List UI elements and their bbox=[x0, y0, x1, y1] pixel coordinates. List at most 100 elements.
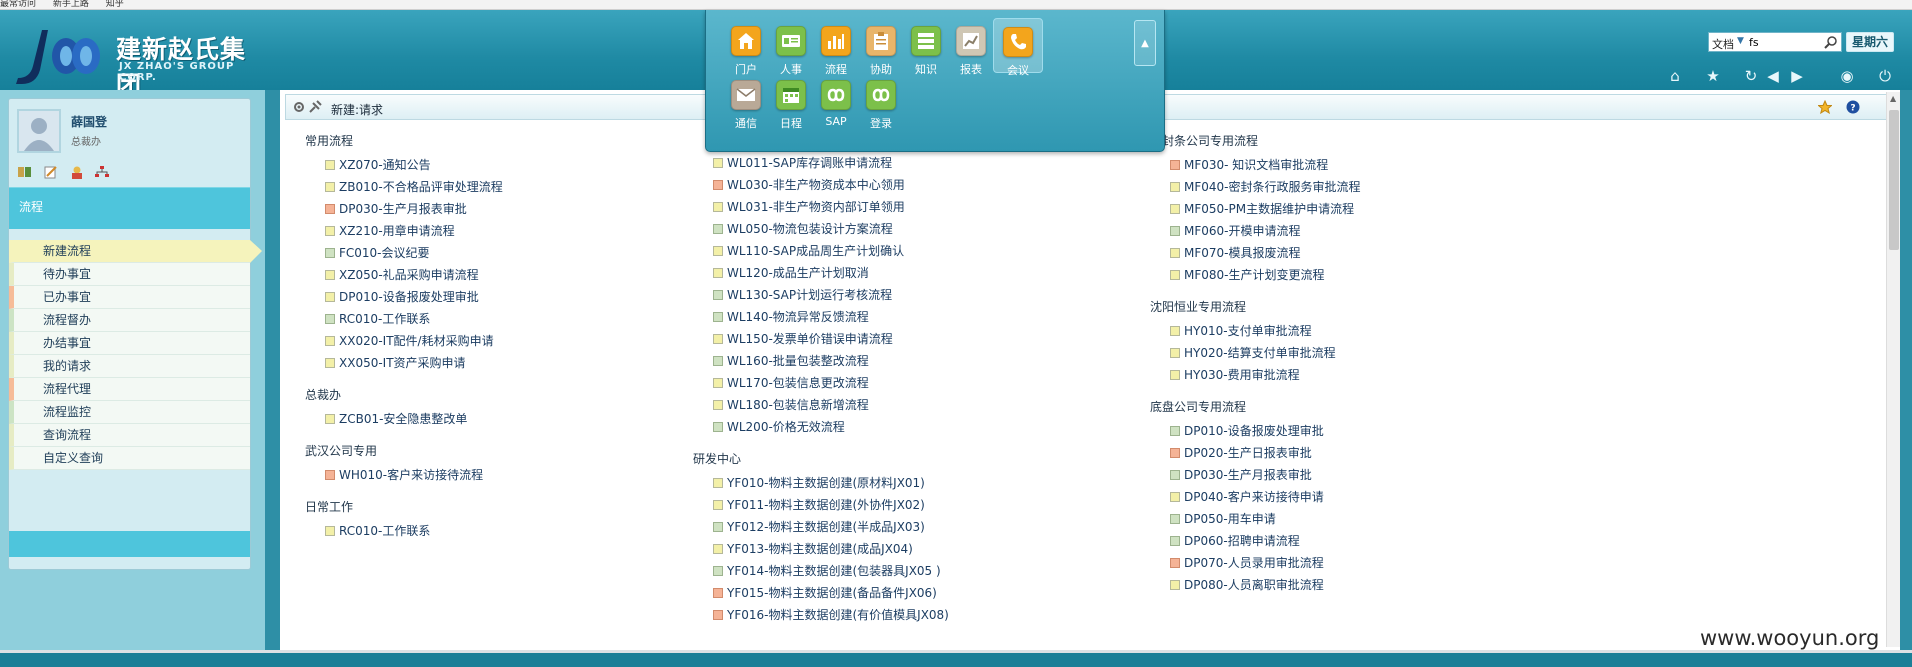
favorite-star-icon[interactable] bbox=[1818, 100, 1832, 114]
module-label: 知识 bbox=[915, 63, 937, 76]
workflow-link[interactable]: MF050-PM主数据维护申请流程 bbox=[1150, 198, 1670, 220]
workflow-link[interactable]: WL130-SAP计划运行考核流程 bbox=[693, 284, 1213, 306]
workflow-link[interactable]: YF010-物料主数据创建(原材料JX01) bbox=[693, 472, 1213, 494]
bookmark-item[interactable]: 知乎 bbox=[106, 0, 124, 9]
workflow-link[interactable]: MF030- 知识文档审批流程 bbox=[1150, 154, 1670, 176]
home-icon[interactable]: ⌂ bbox=[1665, 66, 1685, 86]
workflow-link[interactable]: HY020-结算支付单审批流程 bbox=[1150, 342, 1670, 364]
sidebar-item[interactable]: 新建流程 bbox=[9, 240, 262, 263]
module-infinity-button[interactable]: SAP bbox=[811, 72, 861, 128]
module-report-chart-button[interactable]: 报表 bbox=[946, 18, 996, 76]
sidebar-item[interactable]: 办结事宜 bbox=[9, 332, 250, 355]
workflow-link[interactable]: YF013-物料主数据创建(成品JX04) bbox=[693, 538, 1213, 560]
workflow-label: YF011-物料主数据创建(外协件JX02) bbox=[727, 498, 925, 512]
workflow-link[interactable]: WL011-SAP库存调账申请流程 bbox=[693, 152, 1213, 174]
workflow-link[interactable]: WL180-包装信息新增流程 bbox=[693, 394, 1213, 416]
watermark: www.wooyun.org bbox=[1700, 626, 1880, 650]
pin-icon[interactable] bbox=[308, 100, 322, 114]
page-scrollbar[interactable]: ▲ bbox=[1886, 92, 1900, 647]
collapse-nav-button[interactable]: ▲ bbox=[1134, 20, 1156, 66]
workflow-label: DP030-生产月报表审批 bbox=[1184, 468, 1312, 482]
workflow-link[interactable]: WL140-物流异常反馈流程 bbox=[693, 306, 1213, 328]
workflow-link[interactable]: YF015-物料主数据创建(备品备件JX06) bbox=[693, 582, 1213, 604]
module-phone-button[interactable]: 会议 bbox=[993, 18, 1043, 77]
sidebar-item[interactable]: 已办事宜 bbox=[9, 286, 250, 309]
workflow-link[interactable]: HY010-支付单审批流程 bbox=[1150, 320, 1670, 342]
sidebar-item[interactable]: 待办事宜 bbox=[9, 263, 250, 286]
bookmark-item[interactable]: 新手上路 bbox=[53, 0, 89, 9]
workflow-link[interactable]: DP080-人员离职审批流程 bbox=[1150, 574, 1670, 596]
workflow-link[interactable]: DP020-生产日报表审批 bbox=[1150, 442, 1670, 464]
refresh-icon[interactable]: ↻ bbox=[1741, 66, 1761, 86]
search-type-select[interactable]: 文档 bbox=[1712, 36, 1734, 52]
workflow-link[interactable]: YF012-物料主数据创建(半成品JX03) bbox=[693, 516, 1213, 538]
workflow-link[interactable]: WL170-包装信息更改流程 bbox=[693, 372, 1213, 394]
workflow-label: WL200-价格无效流程 bbox=[727, 420, 845, 434]
workflow-link[interactable]: DP060-招聘申请流程 bbox=[1150, 530, 1670, 552]
book-icon[interactable] bbox=[17, 165, 33, 179]
workflow-link[interactable]: WL200-价格无效流程 bbox=[693, 416, 1213, 438]
workflow-link[interactable]: MF080-生产计划变更流程 bbox=[1150, 264, 1670, 286]
power-icon[interactable]: ⏻ bbox=[1875, 66, 1895, 86]
bookmark-item[interactable]: 最常访问 bbox=[0, 0, 36, 9]
back-icon[interactable]: ◀ bbox=[1763, 66, 1783, 86]
sidebar-item[interactable]: 查询流程 bbox=[9, 424, 250, 447]
module-infinity-button[interactable]: 登录 bbox=[856, 72, 906, 130]
help-icon[interactable]: ? bbox=[1846, 100, 1860, 114]
search-icon[interactable] bbox=[1824, 35, 1838, 49]
avatar[interactable] bbox=[17, 109, 61, 153]
workflow-label: DP080-人员离职审批流程 bbox=[1184, 578, 1324, 592]
org-chart-icon[interactable] bbox=[94, 165, 110, 179]
forward-icon[interactable]: ▶ bbox=[1787, 66, 1807, 86]
sidebar-item[interactable]: 流程代理 bbox=[9, 378, 250, 401]
workflow-label: WL140-物流异常反馈流程 bbox=[727, 310, 869, 324]
workflow-link[interactable]: WL120-成品生产计划取消 bbox=[693, 262, 1213, 284]
workflow-link[interactable]: WL031-非生产物资内部订单领用 bbox=[693, 196, 1213, 218]
settings-icon[interactable] bbox=[292, 100, 306, 114]
scroll-up-icon[interactable]: ▲ bbox=[1890, 94, 1896, 103]
module-envelope-button[interactable]: 通信 bbox=[721, 72, 771, 130]
sidebar-item[interactable]: 流程督办 bbox=[9, 309, 250, 332]
envelope-icon bbox=[731, 80, 761, 110]
company-logo[interactable]: 建新赵氏集团 JX ZHAO'S GROUP CORP. bbox=[14, 26, 259, 100]
workflow-link[interactable]: DP050-用车申请 bbox=[1150, 508, 1670, 530]
module-calendar-button[interactable]: 日程 bbox=[766, 72, 816, 130]
search-input[interactable] bbox=[1749, 35, 1819, 49]
module-home-button[interactable]: 门户 bbox=[721, 18, 771, 76]
workflow-link[interactable]: WL050-物流包装设计方案流程 bbox=[693, 218, 1213, 240]
sidebar: 薛国登 总裁办 流程 新建流程 待办事宜 已办事宜 流程督办 办结事宜 我的请求 流程代理流… bbox=[8, 98, 262, 570]
chevron-down-icon[interactable]: ▼ bbox=[1737, 36, 1744, 46]
workflow-link[interactable]: WL030-非生产物资成本中心领用 bbox=[693, 174, 1213, 196]
workflow-label: WL030-非生产物资成本中心领用 bbox=[727, 178, 905, 192]
sidebar-section-title[interactable]: 流程 bbox=[9, 187, 250, 229]
workflow-link[interactable]: MF070-模具报废流程 bbox=[1150, 242, 1670, 264]
category-title: 底盘公司专用流程 bbox=[1150, 400, 1247, 414]
sidebar-item[interactable]: 我的请求 bbox=[9, 355, 250, 378]
module-clipboard-button[interactable]: 协助 bbox=[856, 18, 906, 76]
module-id-card-button[interactable]: 人事 bbox=[766, 18, 816, 76]
workflow-link[interactable]: YF011-物料主数据创建(外协件JX02) bbox=[693, 494, 1213, 516]
star-icon[interactable]: ★ bbox=[1703, 66, 1723, 86]
workflow-link[interactable]: YF016-物料主数据创建(有价值模具JX08) bbox=[693, 604, 1213, 626]
workflow-link[interactable]: HY030-费用审批流程 bbox=[1150, 364, 1670, 386]
workflow-link[interactable]: DP030-生产月报表审批 bbox=[1150, 464, 1670, 486]
help-circle-icon[interactable]: ◉ bbox=[1837, 66, 1857, 86]
sidebar-item[interactable]: 流程监控 bbox=[9, 401, 250, 424]
workflow-link[interactable]: YF014-物料主数据创建(包装器具JX05 ) bbox=[693, 560, 1213, 582]
workflow-link[interactable]: DP040-客户来访接待申请 bbox=[1150, 486, 1670, 508]
workflow-link[interactable]: MF060-开模申请流程 bbox=[1150, 220, 1670, 242]
sidebar-item[interactable]: 自定义查询 bbox=[9, 447, 250, 470]
workflow-link[interactable]: DP010-设备报废处理审批 bbox=[1150, 420, 1670, 442]
edit-icon[interactable] bbox=[43, 165, 59, 179]
module-bar-chart-button[interactable]: 流程 bbox=[811, 18, 861, 76]
module-stack-button[interactable]: 知识 bbox=[901, 18, 951, 76]
workflow-link[interactable]: WL110-SAP成品周生产计划确认 bbox=[693, 240, 1213, 262]
user-lock-icon[interactable] bbox=[69, 165, 85, 179]
workflow-link[interactable]: DP070-人员录用审批流程 bbox=[1150, 552, 1670, 574]
workflow-link[interactable]: MF040-密封条行政服务审批流程 bbox=[1150, 176, 1670, 198]
workflow-link[interactable]: WL160-批量包装整改流程 bbox=[693, 350, 1213, 372]
user-name[interactable]: 薛国登 bbox=[71, 113, 107, 130]
status-square-icon bbox=[713, 588, 723, 598]
workflow-link[interactable]: WL150-发票单价错误申请流程 bbox=[693, 328, 1213, 350]
scrollbar-thumb[interactable] bbox=[1889, 110, 1899, 250]
